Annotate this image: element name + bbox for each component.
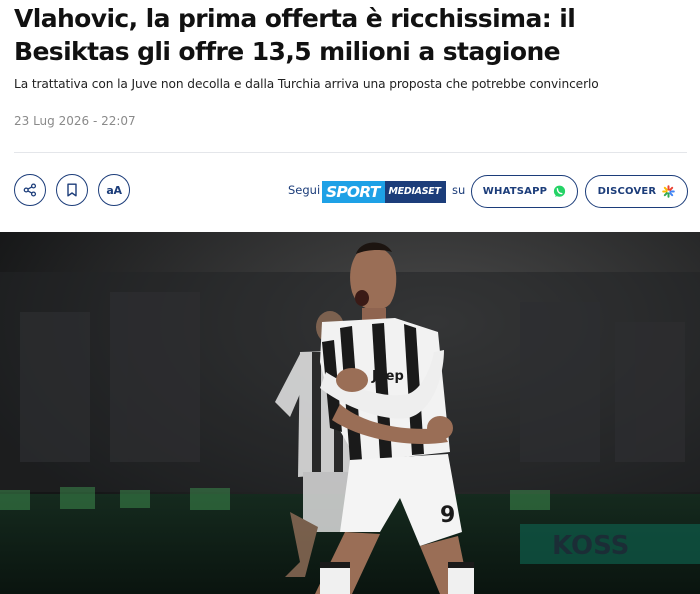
board-text: KOSS [552,531,629,561]
article-title: Vlahovic, la prima offerta è ricchissima… [14,4,576,66]
whatsapp-button[interactable]: WHATSAPP [471,175,578,208]
follow-prefix: Segui [288,183,321,197]
font-size-button[interactable]: aA [98,174,130,206]
article: Vlahovic, la prima offerta è ricchissima… [0,0,700,594]
brand-mediaset: MEDIASET [384,181,446,203]
jersey-number: 9 [440,503,455,528]
article-photo: KOSS Jeep 9 [0,232,700,594]
article-date: 23 Lug 2026 - 22:07 [14,114,136,128]
bookmark-button[interactable] [56,174,88,206]
share-icon [23,183,37,197]
discover-label: DISCOVER [597,186,657,197]
divider [14,152,687,153]
article-subtitle: La trattativa con la Juve non decolla e … [14,77,599,91]
font-size-label: aA [106,183,122,197]
google-discover-icon [662,185,676,198]
follow-suffix: su [452,183,466,197]
whatsapp-label: WHATSAPP [482,186,548,197]
whatsapp-icon [554,185,566,197]
discover-button[interactable]: DISCOVER [585,175,688,208]
brand-sport: SPORT [322,181,385,203]
bookmark-icon [67,183,77,197]
jersey-sponsor: Jeep [371,369,404,384]
sportmediaset-logo[interactable]: SPORT MEDIASET [322,181,446,203]
photo-illustration: KOSS Jeep 9 [0,232,700,594]
share-button[interactable] [14,174,46,206]
